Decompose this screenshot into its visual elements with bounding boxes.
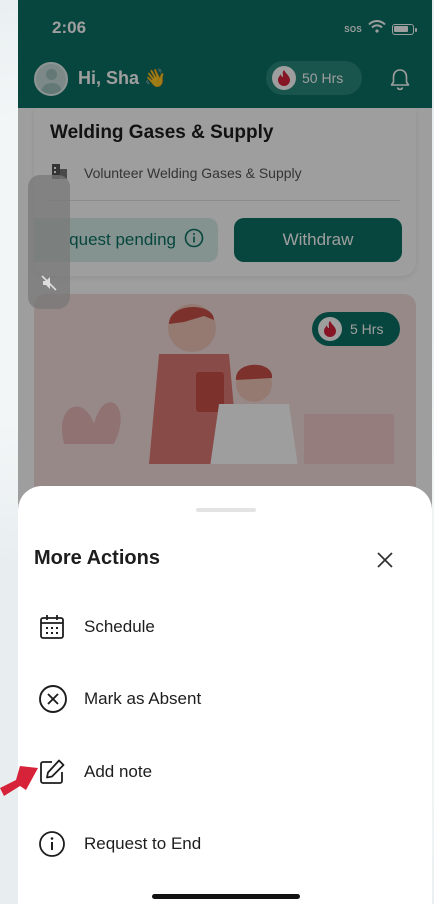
red-arrow-pointer <box>0 752 40 801</box>
info-icon <box>34 827 74 861</box>
sheet-grabber[interactable] <box>196 508 256 512</box>
calendar-icon <box>34 610 74 644</box>
close-icon[interactable] <box>372 547 398 573</box>
mark-absent-label: Mark as Absent <box>84 689 202 708</box>
request-end-label: Request to End <box>84 834 202 853</box>
phone-screen: 2:06 SOS Hi, Sha 👋 50 Hrs Welding Gases … <box>18 0 432 904</box>
schedule-label: Schedule <box>84 617 155 636</box>
add-note-action[interactable]: Add note <box>34 747 414 797</box>
schedule-action[interactable]: Schedule <box>34 602 414 652</box>
more-actions-sheet: More Actions Schedule Mark as Absent Add… <box>18 486 432 904</box>
mute-icon <box>40 274 58 297</box>
home-indicator[interactable] <box>152 894 300 899</box>
sheet-title: More Actions <box>34 547 160 569</box>
edit-note-icon <box>34 755 74 789</box>
x-circle-icon <box>34 682 74 716</box>
add-note-label: Add note <box>84 762 153 781</box>
mark-absent-action[interactable]: Mark as Absent <box>34 674 414 724</box>
silent-mode-overlay <box>28 175 70 309</box>
request-end-action[interactable]: Request to End <box>34 819 414 869</box>
